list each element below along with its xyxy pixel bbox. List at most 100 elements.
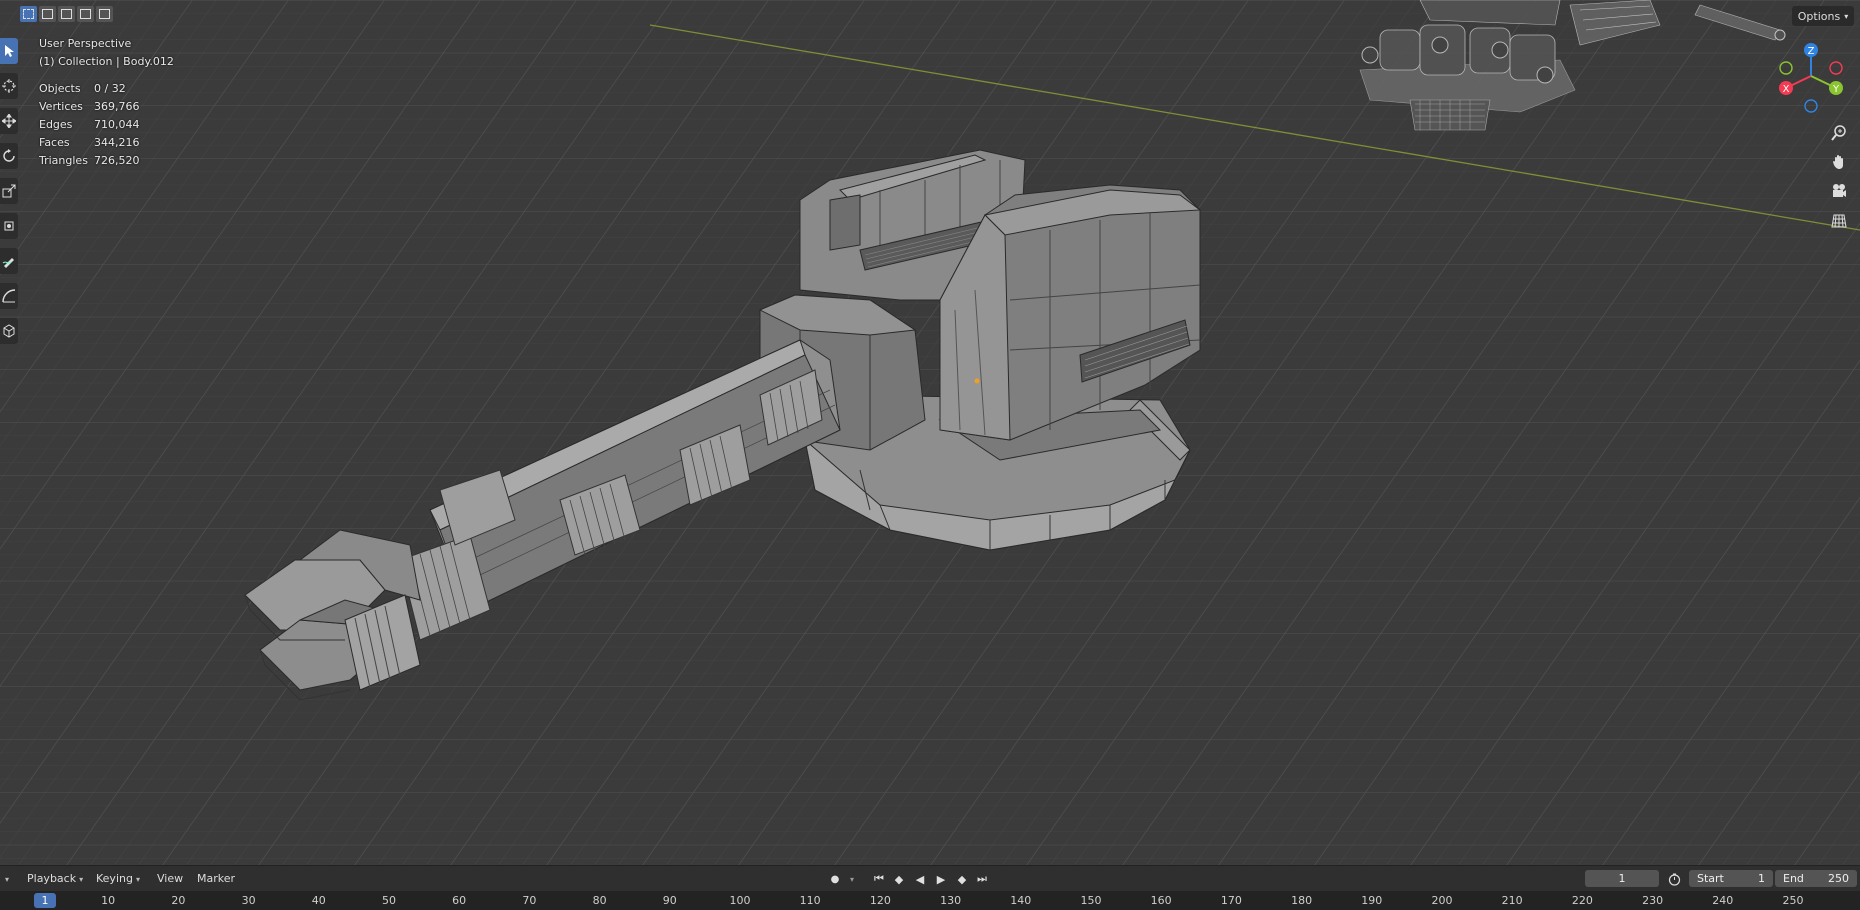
pan-hand-icon[interactable] [1828,151,1850,173]
3d-viewport[interactable]: User Perspective (1) Collection | Body.0… [0,0,1860,865]
ruler-tick-label: 100 [729,894,751,907]
scene-statistics: Objects 0 / 32 Vertices 369,766 Edges 710,0… [39,82,140,172]
record-icon[interactable]: ● [826,871,844,887]
stat-label: Vertices [39,100,83,113]
stat-label: Objects [39,82,81,95]
chevron-down-icon: ▾ [79,875,84,884]
cursor-icon[interactable] [0,73,18,99]
jump-start-icon[interactable]: ⏮ [870,871,888,887]
gizmo-z-label: Z [1808,46,1815,57]
start-frame-value: 1 [1758,872,1765,885]
neg-z-handle [1804,99,1818,113]
ruler-tick-label: 130 [940,894,962,907]
ruler-tick-label: 20 [171,894,186,907]
scale-icon[interactable] [0,178,18,204]
add-cube-icon[interactable] [0,318,18,344]
frame-ruler[interactable]: 1 10 20 30 40 50 60 70 80 90 100 110 120 130 140 150 16… [0,891,1860,910]
ruler-tick-label: 60 [452,894,467,907]
ruler-tick-label: 90 [662,894,677,907]
next-keyframe-icon[interactable]: ◆ [953,871,971,887]
playback-menu-label: Playback [27,872,77,885]
perspective-label: User Perspective [39,37,132,50]
stat-value: 726,520 [94,154,140,167]
ruler-tick-label: 190 [1361,894,1383,907]
navigation-gizmo[interactable]: Z X Y [1776,38,1846,116]
move-icon[interactable] [0,108,18,134]
stat-value: 369,766 [94,100,140,113]
play-reverse-icon[interactable]: ◀ [911,871,929,887]
collection-label: (1) Collection | Body.012 [39,55,174,68]
playback-menu[interactable]: Playback ▾ [27,872,83,885]
start-frame-label: Start [1697,872,1724,885]
timeline-header: ▾ Playback ▾ Keying ▾ View Marker ● ▾ ⏮ ◆ … [0,865,1860,892]
select-new-icon[interactable] [20,6,37,22]
ruler-tick-label: 70 [522,894,537,907]
ruler-tick-label: 10 [101,894,116,907]
stat-value: 710,044 [94,118,140,131]
end-frame-label: End [1783,872,1804,885]
ruler-tick-label: 250 [1782,894,1804,907]
stat-label: Triangles [39,154,88,167]
ruler-tick-label: 50 [381,894,396,907]
select-subtract-icon[interactable] [58,6,75,22]
ruler-tick-label: 200 [1431,894,1453,907]
ruler-tick-label: 160 [1150,894,1172,907]
view-menu[interactable]: View [157,872,183,885]
end-frame-value: 250 [1828,872,1849,885]
ruler-tick-label: 210 [1501,894,1523,907]
ruler-tick-label: 180 [1291,894,1313,907]
ruler-tick-label: 40 [311,894,326,907]
stopwatch-icon[interactable] [1665,871,1683,887]
stat-label: Faces [39,136,70,149]
stat-row-triangles: Triangles 726,520 [39,154,140,172]
stat-row-vertices: Vertices 369,766 [39,100,140,118]
zoom-icon[interactable] [1828,122,1850,144]
editor-type-chevron-icon[interactable]: ▾ [2,872,9,885]
start-frame-field[interactable]: Start 1 [1689,870,1773,887]
gizmo-y-label: Y [1832,84,1840,95]
select-invert-icon[interactable] [77,6,94,22]
stat-value: 0 / 32 [94,82,126,95]
ruler-tick-label: 150 [1080,894,1102,907]
ruler-tick-label: 30 [241,894,256,907]
chevron-down-icon: ▾ [1844,11,1849,21]
select-mode-group [20,6,113,22]
neg-y-handle [1779,61,1793,75]
stat-row-edges: Edges 710,044 [39,118,140,136]
ruler-tick-label: 120 [869,894,891,907]
select-box-icon[interactable] [0,38,18,64]
select-intersect-icon[interactable] [96,6,113,22]
stat-label: Edges [39,118,73,131]
current-frame-field[interactable]: 1 [1585,870,1659,887]
select-extend-icon[interactable] [39,6,56,22]
grid-icon[interactable] [1828,210,1850,232]
current-frame-value: 1 [1618,872,1626,885]
ruler-tick-label: 110 [799,894,821,907]
ruler-tick-label: 140 [1010,894,1032,907]
keying-menu-label: Keying [96,872,133,885]
neg-x-handle [1829,61,1843,75]
marker-menu[interactable]: Marker [197,872,235,885]
tool-shelf [0,38,19,353]
playhead-frame-indicator[interactable]: 1 [34,893,56,908]
play-icon[interactable]: ▶ [932,871,950,887]
camera-icon[interactable] [1828,180,1850,202]
options-label: Options [1797,9,1841,23]
keying-menu[interactable]: Keying ▾ [96,872,140,885]
timeline-editor: ▾ Playback ▾ Keying ▾ View Marker ● ▾ ⏮ ◆ … [0,865,1860,910]
annotate-icon[interactable] [0,248,18,274]
prev-keyframe-icon[interactable]: ◆ [890,871,908,887]
jump-end-icon[interactable]: ⏭ [973,871,991,887]
rotate-icon[interactable] [0,143,18,169]
ruler-tick-label: 80 [592,894,607,907]
measure-icon[interactable] [0,283,18,309]
options-button[interactable]: Options ▾ [1792,6,1854,26]
stat-row-objects: Objects 0 / 32 [39,82,140,100]
transform-icon[interactable] [0,213,18,239]
ruler-tick-label: 170 [1220,894,1242,907]
ruler-tick-label: 240 [1712,894,1734,907]
stat-row-faces: Faces 344,216 [39,136,140,154]
chevron-down-icon[interactable]: ▾ [843,871,861,887]
viewport-scene [0,0,1860,865]
end-frame-field[interactable]: End 250 [1775,870,1857,887]
